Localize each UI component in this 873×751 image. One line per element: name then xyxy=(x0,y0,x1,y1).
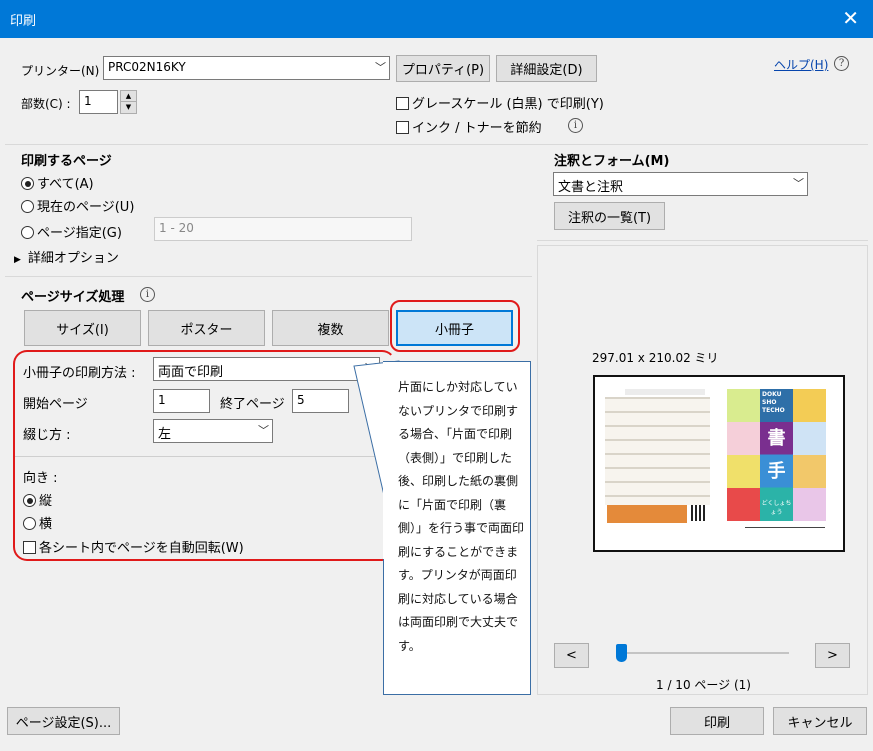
preview-sheet: DOKU SHO TECHO 読 手 どくしょちょう 書 手 どくしょちょう xyxy=(593,375,845,552)
book-title-char: 書 xyxy=(767,428,786,449)
grayscale-checkbox[interactable] xyxy=(396,97,409,110)
penguin-icon xyxy=(727,389,760,422)
koala-icon xyxy=(727,455,760,488)
page-handling-title: ページサイズ処理 xyxy=(21,290,125,305)
preview-name-line xyxy=(745,527,825,528)
tab-size[interactable]: サイズ(I) xyxy=(24,310,141,346)
radio-pages-icon[interactable] xyxy=(21,226,34,239)
preview-banner xyxy=(607,505,687,523)
pig-icon xyxy=(727,422,760,455)
triangle-right-icon: ▶ xyxy=(14,255,21,265)
prev-page-button[interactable]: < xyxy=(554,643,589,668)
preview-left-page xyxy=(605,387,710,537)
printer-label: プリンター(N) : xyxy=(21,64,108,78)
preview-size-label: 297.01 x 210.02 ミリ xyxy=(592,351,719,365)
radio-current-label: 現在のページ(U) xyxy=(37,200,135,215)
grayscale-label: グレースケール (白黒) で印刷(Y) xyxy=(412,97,604,112)
page-slider-thumb[interactable] xyxy=(616,644,627,662)
radio-all-label: すべて(A) xyxy=(37,177,94,192)
comments-forms-select[interactable]: 文書と注釈 ﹀ xyxy=(553,172,808,196)
next-page-button[interactable]: > xyxy=(815,643,850,668)
chevron-down-icon: ﹀ xyxy=(375,61,386,75)
save-ink-checkbox[interactable] xyxy=(396,121,409,134)
callout-pointer-mask xyxy=(383,362,386,559)
tab-multiple[interactable]: 複数 xyxy=(272,310,389,346)
advanced-button[interactable]: 詳細設定(D) xyxy=(496,55,597,82)
divider xyxy=(537,240,868,241)
doku-tile: DOKU SHO TECHO xyxy=(760,389,793,422)
comments-forms-value: 文書と注釈 xyxy=(558,180,624,195)
help-link[interactable]: ヘルプ(H) xyxy=(774,56,828,73)
preview-header xyxy=(625,389,705,395)
save-ink-label: インク / トナーを節約 xyxy=(412,121,542,136)
tab-poster[interactable]: ポスター xyxy=(148,310,265,346)
spin-up-icon[interactable]: ▲ xyxy=(121,91,136,102)
info-icon[interactable]: i xyxy=(140,287,155,302)
page-indicator: 1 / 10 ページ (1) xyxy=(656,678,751,692)
summarize-comments-button[interactable]: 注釈の一覧(T) xyxy=(554,202,665,230)
printer-select[interactable]: PRC02N16KY ﹀ xyxy=(103,56,390,80)
book-icon xyxy=(727,488,760,521)
dokusho-kana-overlay: どくしょちょう xyxy=(761,500,792,516)
preview-table xyxy=(605,397,710,505)
comments-forms-title: 注釈とフォーム(M) xyxy=(554,154,670,169)
copies-spinner[interactable]: ▲ ▼ xyxy=(120,90,137,114)
copies-input[interactable]: 1 xyxy=(79,90,118,114)
grayscale-option[interactable]: グレースケール (白黒) で印刷(Y) xyxy=(396,93,604,112)
window-title: 印刷 xyxy=(10,14,37,29)
print-button[interactable]: 印刷 xyxy=(670,707,764,735)
book-title-char: 手 xyxy=(767,461,786,482)
spin-down-icon[interactable]: ▼ xyxy=(121,102,136,113)
divider xyxy=(5,276,532,277)
bear-icon xyxy=(793,389,826,422)
help-icon[interactable]: ? xyxy=(834,56,849,71)
qr-code-icon xyxy=(691,505,707,521)
more-options-toggle[interactable]: ▶ 詳細オプション xyxy=(14,247,119,266)
more-options-label: 詳細オプション xyxy=(27,251,119,266)
page-slider-track[interactable] xyxy=(617,652,789,654)
radio-all[interactable]: すべて(A) xyxy=(21,173,94,192)
crocodile-icon xyxy=(793,422,826,455)
close-icon[interactable]: ✕ xyxy=(842,6,859,30)
booklet-highlight xyxy=(390,300,520,352)
title-bar: 印刷 ✕ xyxy=(0,0,873,38)
properties-button[interactable]: プロパティ(P) xyxy=(396,55,490,82)
info-icon[interactable]: i xyxy=(568,118,583,133)
copies-label: 部数(C) : xyxy=(21,97,71,111)
save-ink-option[interactable]: インク / トナーを節約 xyxy=(396,117,542,136)
chevron-down-icon: ﹀ xyxy=(793,177,804,191)
radio-current-icon[interactable] xyxy=(21,200,34,213)
printer-value: PRC02N16KY xyxy=(108,60,186,74)
callout-text: 片面にしか対応していないプリンタで印刷する場合、「片面で印刷（表側）」で印刷した… xyxy=(398,380,525,653)
page-setup-button[interactable]: ページ設定(S)... xyxy=(7,707,120,735)
radio-pages-label: ページ指定(G) xyxy=(37,226,122,241)
preview-right-page: DOKU SHO TECHO 読 手 どくしょちょう 書 手 どくしょちょう xyxy=(727,389,827,522)
radio-pages[interactable]: ページ指定(G) xyxy=(21,222,122,241)
radio-all-icon[interactable] xyxy=(21,177,34,190)
rabbit-icon xyxy=(793,488,826,521)
pages-section-title: 印刷するページ xyxy=(21,154,112,169)
radio-current[interactable]: 現在のページ(U) xyxy=(21,196,134,215)
cancel-button[interactable]: キャンセル xyxy=(773,707,867,735)
divider xyxy=(5,144,868,145)
giraffe-icon xyxy=(793,455,826,488)
page-range-input[interactable]: 1 - 20 xyxy=(154,217,412,241)
booklet-settings-highlight xyxy=(13,350,396,561)
